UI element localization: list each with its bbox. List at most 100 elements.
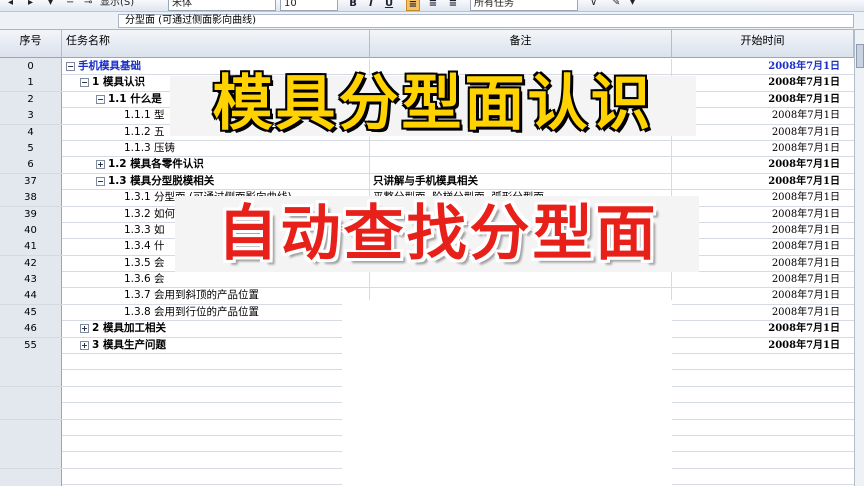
row-number[interactable]: 4 [0,124,62,141]
row-number[interactable]: 43 [0,272,62,289]
task-name-cell[interactable]: −1.3 模具分型脱模相关 [62,173,370,190]
row-number[interactable]: 1 [0,75,62,92]
start-date-cell[interactable] [672,354,854,370]
row-number[interactable]: 55 [0,337,62,354]
start-date-cell[interactable] [672,403,854,419]
task-name-cell[interactable]: 1.3.7 会用到斜顶的产品位置 [62,288,370,305]
row-number[interactable] [0,452,62,469]
filter-icon[interactable]: ⊽ [590,0,597,11]
underline-button[interactable]: U [382,0,396,11]
row-number[interactable]: 6 [0,157,62,174]
row-number[interactable]: 39 [0,206,62,223]
italic-button[interactable]: I [364,0,378,11]
font-name-select[interactable]: 宋体 [168,0,276,11]
row-number[interactable]: 46 [0,321,62,338]
start-date-cell[interactable]: 2008年7月1日 [672,125,854,141]
collapse-icon[interactable]: − [66,62,75,71]
notes-cell[interactable] [370,272,672,289]
table-row[interactable]: 43 1.3.6 会 2008年7月1日 [0,272,854,289]
notes-cell[interactable] [370,140,672,157]
notes-cell[interactable]: 只讲解与手机模具相关 [370,173,672,190]
align-left-icon[interactable]: ≡ [406,0,420,11]
start-date-cell[interactable] [672,370,854,386]
row-number[interactable] [0,386,62,403]
arrow-down-icon[interactable]: ▾ [48,0,53,11]
start-date-cell[interactable]: 2008年7月1日 [672,288,854,304]
start-date-cell[interactable] [672,469,854,485]
row-number[interactable] [0,419,62,436]
task-name-cell[interactable] [62,403,370,420]
collapse-icon[interactable]: − [80,78,89,88]
row-number[interactable] [0,354,62,371]
column-header-start[interactable]: 开始时间 [672,30,854,58]
table-row[interactable]: 37−1.3 模具分型脱模相关 只讲解与手机模具相关 2008年7月1日 [0,173,854,191]
arrow-right-icon[interactable]: ▸ [28,0,33,11]
row-number[interactable] [0,370,62,387]
row-number[interactable]: 42 [0,255,62,272]
row-number[interactable]: 40 [0,222,62,239]
column-header-task-name[interactable]: 任务名称 [62,30,370,58]
arrow-left-icon[interactable]: ◂ [8,0,13,11]
row-number[interactable]: 5 [0,140,62,157]
start-date-cell[interactable]: 2008年7月1日 [672,338,854,354]
row-number[interactable]: 3 [0,108,62,125]
task-name-cell[interactable]: +3 模具生产问题 [62,337,370,354]
task-name-cell[interactable] [62,354,370,371]
start-date-cell[interactable] [672,387,854,403]
start-date-cell[interactable]: 2008年7月1日 [672,272,854,288]
start-date-cell[interactable]: 2008年7月1日 [672,157,854,173]
start-date-cell[interactable]: 2008年7月1日 [672,141,854,157]
row-number[interactable] [0,435,62,452]
align-right-icon[interactable]: ≡ [446,0,460,11]
start-date-cell[interactable]: 2008年7月1日 [672,321,854,337]
task-name-cell[interactable] [62,452,370,469]
row-number[interactable] [0,468,62,485]
scrollbar-thumb[interactable] [856,44,864,68]
task-filter-select[interactable]: 所有任务 [470,0,578,11]
task-name-cell[interactable]: +2 模具加工相关 [62,321,370,338]
entry-field[interactable]: 分型面 (可通过侧面影向曲线) [118,14,854,28]
row-number[interactable]: 41 [0,239,62,256]
show-menu[interactable]: 显示(S) [100,0,134,11]
task-name-cell[interactable] [62,386,370,403]
collapse-icon[interactable]: − [96,176,105,186]
expand-icon[interactable]: + [80,340,89,350]
start-date-cell[interactable]: 2008年7月1日 [672,59,854,75]
autofilter-icon[interactable]: ✎ [612,0,620,11]
font-size-select[interactable]: 10 [280,0,338,11]
start-date-cell[interactable]: 2008年7月1日 [672,174,854,190]
start-date-cell[interactable]: 2008年7月1日 [672,75,854,91]
row-number[interactable]: 38 [0,190,62,207]
row-number[interactable]: 44 [0,288,62,305]
task-name-cell[interactable] [62,419,370,436]
start-date-cell[interactable] [672,436,854,452]
expand-icon[interactable]: + [80,324,89,334]
align-center-icon[interactable]: ≡ [426,0,440,11]
task-name-cell[interactable] [62,468,370,485]
row-number[interactable]: 37 [0,173,62,190]
start-date-cell[interactable] [672,420,854,436]
task-name-cell[interactable]: +1.2 模具各零件认识 [62,157,370,174]
notes-cell[interactable] [370,157,672,174]
task-name-cell[interactable] [62,370,370,387]
toolbar-options-icon[interactable]: ▾ [630,0,635,11]
row-number[interactable] [0,403,62,420]
table-row[interactable]: 5 1.1.3 压铸 2008年7月1日 [0,140,854,158]
task-name-cell[interactable]: 1.3.8 会用到行位的产品位置 [62,304,370,321]
minus-icon[interactable]: − [66,0,74,11]
vertical-scrollbar[interactable] [854,30,864,486]
task-name-cell[interactable] [62,435,370,452]
row-number[interactable]: 0 [0,59,62,75]
start-date-cell[interactable]: 2008年7月1日 [672,108,854,124]
table-row[interactable]: 6 +1.2 模具各零件认识 2008年7月1日 [0,157,854,174]
bold-button[interactable]: B [346,0,360,11]
expand-icon[interactable]: + [96,160,105,170]
start-date-cell[interactable]: 2008年7月1日 [672,92,854,108]
link-icon[interactable]: ⊸ [84,0,92,11]
task-name-cell[interactable]: 1.1.3 压铸 [62,140,370,157]
start-date-cell[interactable]: 2008年7月1日 [672,305,854,321]
row-number[interactable]: 45 [0,304,62,321]
column-header-notes[interactable]: 备注 [370,30,672,58]
task-name-cell[interactable]: 1.3.6 会 [62,272,370,289]
start-date-cell[interactable] [672,452,854,468]
